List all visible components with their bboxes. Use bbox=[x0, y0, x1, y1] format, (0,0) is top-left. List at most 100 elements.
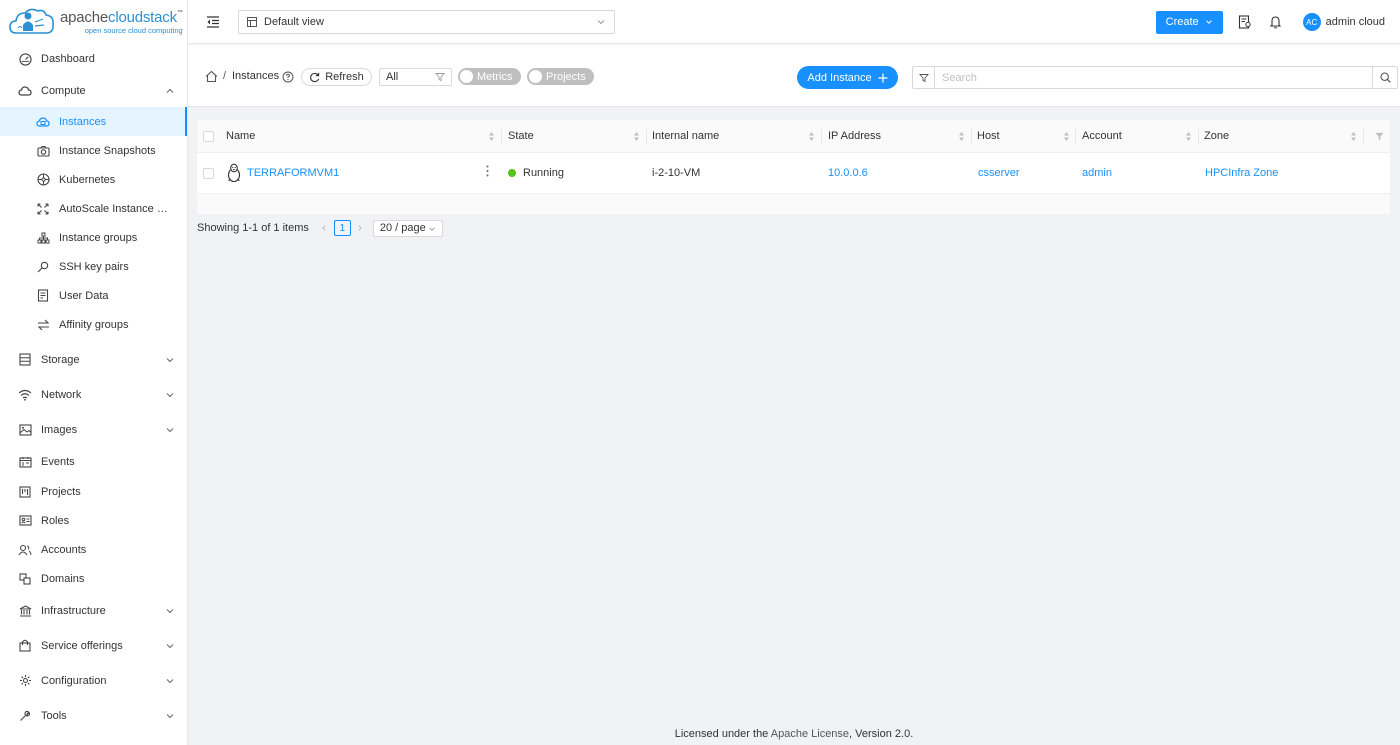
add-instance-button[interactable]: Add Instance bbox=[797, 66, 898, 89]
column-header-host[interactable]: Host bbox=[977, 120, 1000, 152]
sidebar-item-instances[interactable]: Instances bbox=[0, 107, 187, 136]
pagination: Showing 1-1 of 1 items 1 20 / page bbox=[197, 219, 443, 237]
top-header: Default view Create AC admin cloud bbox=[188, 0, 1400, 44]
sidebar-item-events[interactable]: Events bbox=[0, 447, 187, 477]
column-divider bbox=[1198, 129, 1199, 144]
column-divider bbox=[1075, 129, 1076, 144]
menu-fold-icon[interactable] bbox=[205, 14, 221, 30]
sidebar-item-label: Storage bbox=[41, 353, 80, 366]
sort-icon[interactable] bbox=[808, 131, 815, 142]
instance-name-link[interactable]: TERRAFORMVM1 bbox=[247, 167, 339, 179]
bell-icon[interactable] bbox=[1268, 14, 1284, 30]
refresh-button[interactable]: Refresh bbox=[301, 68, 372, 86]
sidebar-item-label: Compute bbox=[41, 85, 86, 97]
sidebar-item-instance-groups[interactable]: Instance groups bbox=[0, 223, 187, 252]
chevron-right-icon[interactable] bbox=[356, 224, 364, 232]
column-header-internal-name[interactable]: Internal name bbox=[652, 120, 719, 152]
search-filter-button[interactable] bbox=[912, 66, 935, 89]
view-select[interactable]: Default view bbox=[238, 9, 615, 34]
sidebar-item-instance-snapshots[interactable]: Instance Snapshots bbox=[0, 136, 187, 165]
instances-icon bbox=[36, 115, 50, 129]
logo-wordmark: apachecloudstack™ bbox=[60, 8, 183, 26]
sidebar-item-label: Service offerings bbox=[41, 639, 123, 652]
project-icon bbox=[18, 485, 32, 499]
sidebar-item-label: Affinity groups bbox=[59, 318, 129, 331]
column-filter-icon[interactable] bbox=[1375, 132, 1384, 141]
sidebar-item-autoscale[interactable]: AutoScale Instance Groups bbox=[0, 194, 187, 223]
metrics-toggle-label: Metrics bbox=[477, 70, 513, 83]
license-link[interactable]: Apache License bbox=[771, 728, 849, 740]
sort-icon[interactable] bbox=[1063, 131, 1070, 142]
sidebar-item-images[interactable]: Images bbox=[0, 412, 187, 447]
create-button[interactable]: Create bbox=[1155, 10, 1223, 34]
column-header-name[interactable]: Name bbox=[226, 120, 255, 152]
sort-icon[interactable] bbox=[488, 131, 495, 142]
column-header-zone[interactable]: Zone bbox=[1204, 120, 1229, 152]
ip-address-link[interactable]: 10.0.0.6 bbox=[828, 153, 868, 193]
dashboard-icon bbox=[18, 52, 32, 66]
sidebar-item-dashboard[interactable]: Dashboard bbox=[0, 43, 187, 75]
header-actions: Create AC admin cloud bbox=[1155, 0, 1400, 44]
more-icon[interactable] bbox=[486, 165, 489, 177]
question-circle-icon[interactable] bbox=[282, 71, 294, 83]
select-all-checkbox[interactable] bbox=[203, 130, 214, 142]
sort-icon[interactable] bbox=[958, 131, 965, 142]
search-icon bbox=[1379, 72, 1391, 83]
logo[interactable]: apachecloudstack™ open source cloud comp… bbox=[0, 0, 187, 44]
chevron-down-icon bbox=[166, 643, 174, 648]
metrics-toggle[interactable]: Metrics bbox=[458, 68, 521, 85]
column-divider bbox=[1363, 129, 1364, 144]
filter-icon bbox=[918, 73, 929, 82]
camera-icon bbox=[36, 144, 50, 158]
sidebar-item-label: User Data bbox=[59, 289, 109, 302]
sidebar-item-ssh-key-pairs[interactable]: SSH key pairs bbox=[0, 252, 187, 281]
sidebar-item-infrastructure[interactable]: Infrastructure bbox=[0, 593, 187, 628]
chevron-left-icon[interactable] bbox=[320, 224, 328, 232]
sidebar-item-tools[interactable]: Tools bbox=[0, 698, 187, 733]
sidebar-item-configuration[interactable]: Configuration bbox=[0, 663, 187, 698]
sidebar-item-storage[interactable]: Storage bbox=[0, 342, 187, 377]
kubernetes-icon bbox=[36, 173, 50, 187]
instances-table: Name State Internal name IP Address Host… bbox=[197, 120, 1390, 214]
sidebar-item-compute[interactable]: Compute bbox=[0, 75, 187, 107]
sidebar-item-domains[interactable]: Domains bbox=[0, 564, 187, 593]
footer-prefix: Licensed under the bbox=[674, 728, 771, 740]
create-button-label: Create bbox=[1165, 16, 1199, 28]
projects-toggle[interactable]: Projects bbox=[527, 68, 594, 85]
pagination-page[interactable]: 1 bbox=[333, 220, 351, 236]
column-header-state[interactable]: State bbox=[508, 120, 534, 152]
table-row[interactable]: TERRAFORMVM1 Running i-2-10-VM 10.0.0.6 … bbox=[197, 153, 1390, 194]
sidebar-item-projects[interactable]: Projects bbox=[0, 477, 187, 506]
idcard-icon bbox=[18, 514, 32, 528]
certificate-icon[interactable] bbox=[1237, 14, 1253, 30]
sidebar-item-network[interactable]: Network bbox=[0, 377, 187, 412]
host-link[interactable]: csserver bbox=[978, 153, 1020, 193]
sidebar-item-roles[interactable]: Roles bbox=[0, 506, 187, 535]
row-checkbox[interactable] bbox=[203, 167, 214, 179]
page-size-select[interactable]: 20 / page bbox=[372, 219, 443, 237]
user-data-icon bbox=[36, 289, 50, 303]
filter-select[interactable]: All bbox=[379, 68, 452, 86]
sidebar: apachecloudstack™ open source cloud comp… bbox=[0, 0, 188, 745]
search-input[interactable] bbox=[935, 66, 1373, 89]
sidebar-item-service-offerings[interactable]: Service offerings bbox=[0, 628, 187, 663]
column-header-account[interactable]: Account bbox=[1082, 120, 1122, 152]
search-button[interactable] bbox=[1373, 66, 1398, 89]
sidebar-item-kubernetes[interactable]: Kubernetes bbox=[0, 165, 187, 194]
column-header-ip-address[interactable]: IP Address bbox=[828, 120, 881, 152]
home-icon[interactable] bbox=[205, 70, 218, 83]
sidebar-item-user-data[interactable]: User Data bbox=[0, 281, 187, 310]
sort-icon[interactable] bbox=[1350, 131, 1357, 142]
row-checkbox-cell bbox=[203, 153, 214, 193]
sort-icon[interactable] bbox=[633, 131, 640, 142]
sidebar-item-affinity-groups[interactable]: Affinity groups bbox=[0, 310, 187, 339]
layout-icon bbox=[247, 16, 257, 27]
zone-link[interactable]: HPCInfra Zone bbox=[1205, 153, 1278, 193]
sort-icon[interactable] bbox=[1185, 131, 1192, 142]
user-menu[interactable]: AC admin cloud bbox=[1302, 13, 1385, 31]
projects-toggle-label: Projects bbox=[546, 70, 586, 83]
block-icon bbox=[18, 572, 32, 586]
sidebar-item-accounts[interactable]: Accounts bbox=[0, 535, 187, 564]
chevron-down-icon bbox=[166, 608, 174, 613]
account-link[interactable]: admin bbox=[1082, 153, 1112, 193]
